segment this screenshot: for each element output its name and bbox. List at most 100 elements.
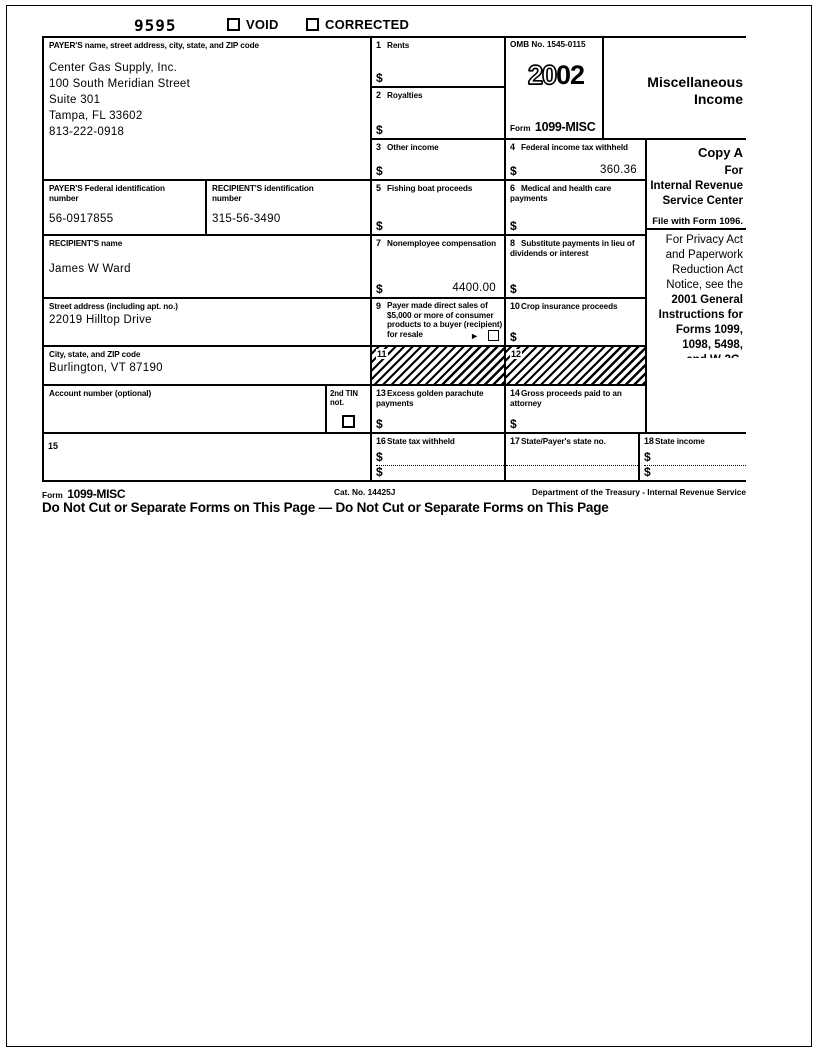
box-8-number: 8	[510, 238, 515, 248]
box-9-checkbox[interactable]	[488, 330, 499, 341]
box-16-number: 16	[376, 436, 386, 446]
box-5-dollar-sign: $	[376, 219, 383, 233]
box-2-royalties[interactable]: 2 Royalties $	[372, 88, 506, 140]
box-1-number: 1	[376, 40, 381, 50]
payer-federal-id-cell[interactable]: PAYER'S Federal identification number 56…	[42, 181, 207, 236]
box-16-label: State tax withheld	[387, 437, 455, 446]
box-13-number: 13	[376, 388, 386, 398]
box-3-other-income[interactable]: 3 Other income $	[372, 140, 506, 181]
form-header-strip: 9595 VOID CORRECTED	[42, 16, 746, 36]
second-tin-cell[interactable]: 2nd TIN not.	[327, 386, 372, 434]
catalog-number: Cat. No. 14425J	[334, 487, 396, 497]
box-5-number: 5	[376, 183, 381, 193]
box-7-number: 7	[376, 238, 381, 248]
box-1-dollar-sign: $	[376, 71, 383, 85]
box-18-dollar-sign-2: $	[644, 465, 651, 479]
footer-identification-row: Form 1099-MISC Cat. No. 14425J Departmen…	[42, 484, 746, 501]
box-15-number: 15	[48, 441, 59, 451]
box-9-label: Payer made direct sales of $5,000 or mor…	[387, 301, 503, 340]
void-checkbox-group[interactable]: VOID	[227, 17, 279, 32]
privacy-line-6: Instructions for	[658, 308, 743, 321]
box-16-dotted-separator	[376, 465, 504, 466]
box-17-state-payer-number[interactable]: 17State/Payer's state no.	[506, 434, 640, 482]
payer-name: Center Gas Supply, Inc.	[49, 61, 178, 74]
corrected-label: CORRECTED	[325, 17, 410, 32]
account-number-cell[interactable]: Account number (optional)	[42, 386, 327, 434]
box-7-label: Nonemployee compensation	[387, 239, 497, 248]
second-tin-caption: 2nd TIN not.	[330, 389, 358, 408]
box-18-dotted-separator	[644, 465, 746, 466]
corrected-checkbox[interactable]	[306, 18, 319, 31]
box-8-dollar-sign: $	[510, 282, 517, 296]
box-3-dollar-sign: $	[376, 164, 383, 178]
box-17-label: State/Payer's state no.	[521, 437, 606, 446]
privacy-line-5: 2001 General	[671, 293, 743, 306]
form-title-line1: Miscellaneous	[647, 74, 743, 90]
box-16-state-tax-withheld[interactable]: 16State tax withheld $ $	[372, 434, 506, 482]
payer-address-cell[interactable]: PAYER'S name, street address, city, stat…	[42, 36, 372, 181]
privacy-line-9: and W-2G.	[647, 353, 746, 359]
box-6-dollar-sign: $	[510, 219, 517, 233]
box-7-value: 4400.00	[452, 282, 496, 294]
box-13-label: Excess golden parachute payments	[376, 389, 484, 408]
box-4-dollar-sign: $	[510, 164, 517, 178]
do-not-cut-warning-text: Do Not Cut or Separate Forms on This Pag…	[42, 500, 609, 515]
recipient-street-cell[interactable]: Street address (including apt. no.) 2201…	[42, 299, 372, 347]
copy-a-irs-line2: Service Center	[662, 194, 743, 207]
box-10-label: Crop insurance proceeds	[521, 302, 618, 311]
box-9-direct-sales[interactable]: 9 Payer made direct sales of $5,000 or m…	[372, 299, 506, 347]
tax-year-suffix: 02	[556, 60, 585, 90]
box-7-nonemployee-compensation[interactable]: 7 Nonemployee compensation $ 4400.00	[372, 236, 506, 299]
omb-number: OMB No. 1545-0115	[510, 40, 586, 49]
treasury-department-line: Department of the Treasury - Internal Re…	[532, 487, 746, 497]
recipient-street-caption: Street address (including apt. no.)	[49, 302, 178, 311]
recipient-city-value: Burlington, VT 87190	[49, 361, 163, 374]
box-10-number: 10	[510, 301, 520, 311]
box-18-label: State income	[655, 437, 705, 446]
box-14-gross-proceeds-attorney[interactable]: 14Gross proceeds paid to an attorney $	[506, 386, 647, 434]
form-serial-number: 9595	[134, 16, 177, 35]
box-13-excess-golden-parachute[interactable]: 13Excess golden parachute payments $	[372, 386, 506, 434]
account-number-caption: Account number (optional)	[49, 389, 152, 398]
payer-suite: Suite 301	[49, 93, 101, 106]
box-2-label: Royalties	[387, 91, 423, 100]
box-4-federal-tax-withheld[interactable]: 4 Federal income tax withheld $ 360.36	[506, 140, 647, 181]
box-9-number: 9	[376, 301, 381, 311]
box-18-number: 18	[644, 436, 654, 446]
omb-year-block: OMB No. 1545-0115 2002 Form 1099-MISC	[506, 36, 604, 140]
copy-a-for: For	[724, 164, 743, 177]
box-5-label: Fishing boat proceeds	[387, 184, 473, 193]
recipient-name-cell[interactable]: RECIPIENT'S name James W Ward	[42, 236, 372, 299]
copy-a-label: Copy A	[697, 145, 743, 160]
recipient-city-caption: City, state, and ZIP code	[49, 350, 141, 359]
form-word-label: Form	[510, 124, 531, 133]
box-15-blank[interactable]: 15	[42, 434, 372, 482]
box-16-dollar-sign-2: $	[376, 465, 383, 479]
recipient-city-cell[interactable]: City, state, and ZIP code Burlington, VT…	[42, 347, 372, 386]
box-5-fishing-boat-proceeds[interactable]: 5 Fishing boat proceeds $	[372, 181, 506, 236]
corrected-checkbox-group[interactable]: CORRECTED	[306, 17, 409, 32]
privacy-line-4: Notice, see the	[666, 278, 743, 291]
payer-fed-id-value: 56-0917855	[49, 213, 114, 226]
box-10-crop-insurance-proceeds[interactable]: 10Crop insurance proceeds $	[506, 299, 647, 347]
footer-form-word: Form	[42, 490, 63, 500]
form-page: 9595 VOID CORRECTED PAYER'S name, street…	[0, 0, 818, 1057]
payer-street: 100 South Meridian Street	[49, 77, 191, 90]
form-title-line2: Income	[693, 91, 743, 108]
copy-a-block: Copy A For Internal Revenue Service Cent…	[647, 140, 746, 230]
box-1-rents[interactable]: 1 Rents $	[372, 36, 506, 88]
recipient-id-value: 315-56-3490	[212, 213, 281, 226]
box-7-dollar-sign: $	[376, 282, 383, 296]
second-tin-checkbox[interactable]	[342, 415, 355, 428]
privacy-line-7: Forms 1099,	[675, 323, 743, 336]
box-8-substitute-payments[interactable]: 8 Substitute payments in lieu of dividend…	[506, 236, 647, 299]
privacy-act-block: For Privacy Act and Paperwork Reduction …	[647, 230, 746, 358]
box-8-label: Substitute payments in lieu of dividends…	[510, 239, 635, 258]
recipient-id-cell[interactable]: RECIPIENT'S identification number 315-56…	[207, 181, 372, 236]
box-18-state-income[interactable]: 18State income $ $	[640, 434, 746, 482]
void-checkbox[interactable]	[227, 18, 240, 31]
box-6-medical-health-payments[interactable]: 6 Medical and health care payments $	[506, 181, 647, 236]
payer-fed-id-caption-line1: PAYER'S Federal identification	[49, 184, 165, 193]
privacy-line-3: Reduction Act	[672, 263, 743, 276]
box-4-value: 360.36	[600, 164, 637, 176]
